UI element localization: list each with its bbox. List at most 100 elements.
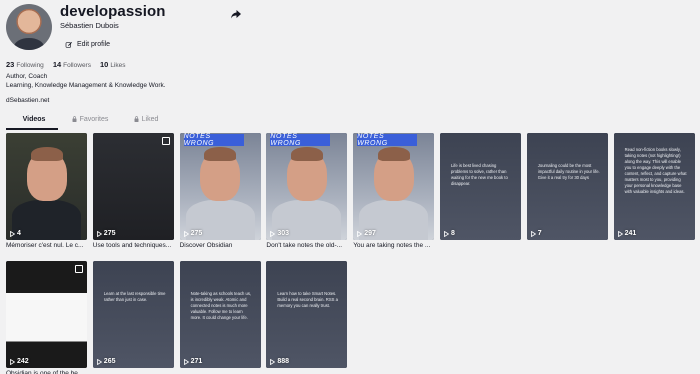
video-card[interactable]: Learn how to take Smart Notes. Build a r… — [266, 261, 348, 368]
lock-icon — [134, 116, 139, 122]
video-overlay-text: Learn how to take Smart Notes. Build a r… — [277, 291, 338, 308]
profile-tabs: Videos Favorites Liked — [6, 114, 182, 129]
video-card[interactable]: NOTES WRONG 303 — [266, 133, 348, 240]
video-caption[interactable]: Mémoriser c'est nul. Le c... — [6, 242, 87, 249]
presenter-face — [286, 147, 327, 201]
edit-icon — [65, 41, 72, 48]
active-tab-indicator — [6, 128, 58, 130]
view-count: 297 — [357, 230, 376, 237]
play-icon — [617, 230, 623, 237]
view-count-value: 888 — [277, 358, 290, 365]
play-icon — [270, 358, 276, 365]
multi-photo-icon — [75, 265, 83, 273]
play-icon — [183, 358, 189, 365]
presenter-face — [373, 147, 414, 201]
presenter-face — [26, 147, 67, 201]
view-count-value: 303 — [277, 230, 290, 237]
video-caption[interactable]: Use tools and techniques... — [93, 242, 174, 249]
view-count: 4 — [10, 230, 21, 237]
view-count: 8 — [444, 230, 455, 237]
bio-line: Learning, Knowledge Management & Knowled… — [6, 81, 166, 89]
view-count: 7 — [530, 230, 542, 237]
play-icon — [357, 230, 363, 237]
view-count-value: 8 — [451, 230, 455, 237]
view-count: 242 — [10, 358, 29, 365]
notes-banner: NOTES WRONG — [357, 133, 418, 147]
view-count-value: 275 — [103, 230, 116, 237]
view-count: 303 — [270, 230, 289, 237]
play-icon — [96, 230, 102, 237]
video-card[interactable]: 4 — [6, 133, 87, 240]
view-count-value: 241 — [624, 230, 637, 237]
video-card[interactable]: 242 — [6, 261, 87, 368]
video-thumbnail — [6, 261, 87, 368]
tab-label: Liked — [141, 116, 159, 123]
view-count: 241 — [617, 230, 637, 237]
play-icon — [10, 230, 15, 237]
video-card[interactable]: Read non-fiction books slowly, taking no… — [613, 133, 695, 240]
video-card[interactable]: Life is best lived chasing problems to s… — [440, 133, 521, 240]
presenter-face — [200, 147, 241, 201]
video-card[interactable]: Journaling could be the most impactful d… — [526, 133, 608, 240]
video-card[interactable]: 275 — [92, 133, 174, 240]
video-card[interactable]: Note-taking as schools teach us, is incr… — [179, 261, 261, 368]
video-overlay-text: Read non-fiction books slowly, taking no… — [624, 147, 687, 194]
video-overlay-text: Journaling could be the most impactful d… — [537, 163, 600, 180]
view-count: 275 — [96, 230, 116, 237]
profile-stats: 23 Following 14 Followers 10 Likes — [6, 60, 126, 69]
profile-fullname: Sébastien Dubois — [60, 21, 119, 30]
lock-icon — [72, 116, 77, 122]
view-count-value: 242 — [17, 358, 29, 365]
view-count: 271 — [183, 358, 203, 365]
avatar[interactable] — [6, 4, 52, 50]
play-icon — [270, 230, 276, 237]
tab-label: Videos — [22, 116, 46, 123]
view-count-value: 297 — [364, 230, 376, 237]
play-icon — [530, 230, 536, 237]
video-thumbnail — [526, 133, 608, 240]
view-count: 888 — [270, 358, 289, 365]
video-overlay-text: Note-taking as schools teach us, is incr… — [190, 291, 252, 320]
stat-likes: 10 Likes — [99, 60, 126, 69]
presenter-shirt — [12, 200, 81, 240]
view-count-value: 271 — [190, 358, 203, 365]
play-icon — [96, 358, 102, 365]
tab-label: Favorites — [79, 116, 109, 123]
tab-favorites[interactable]: Favorites — [62, 114, 118, 129]
tab-videos[interactable]: Videos — [6, 114, 62, 129]
video-card[interactable]: Learn at the last responsible time rathe… — [92, 261, 174, 368]
video-thumbnail — [266, 261, 348, 368]
video-overlay-text: Life is best lived chasing problems to s… — [451, 163, 508, 186]
view-count: 265 — [96, 358, 116, 365]
view-count-value: 265 — [103, 358, 116, 365]
view-count-value: 7 — [537, 230, 542, 237]
multi-photo-icon — [161, 137, 170, 145]
profile-link[interactable]: dSebastien.net — [6, 97, 49, 104]
video-caption[interactable]: Discover Obsidian — [180, 242, 261, 249]
play-icon — [183, 230, 189, 237]
bio-line: Author, Coach — [6, 73, 48, 80]
view-count-value: 4 — [17, 230, 21, 237]
video-caption[interactable]: Don't take notes the old-... — [266, 242, 347, 249]
share-icon[interactable] — [230, 8, 242, 20]
video-overlay-text: Learn at the last responsible time rathe… — [103, 291, 166, 302]
profile-username: developassion — [60, 3, 166, 20]
profile-bio: Author, Coach Learning, Knowledge Manage… — [6, 73, 166, 90]
stat-following[interactable]: 23 Following — [6, 60, 44, 69]
play-icon — [444, 230, 449, 237]
edit-profile-button[interactable]: Edit profile — [60, 37, 117, 52]
video-thumbnail — [92, 133, 174, 240]
notes-banner: NOTES WRONG — [270, 133, 331, 147]
notes-banner: NOTES WRONG — [183, 133, 244, 147]
tab-liked[interactable]: Liked — [118, 114, 174, 129]
video-card[interactable]: NOTES WRONG 275 — [179, 133, 261, 240]
edit-profile-label: Edit profile — [77, 41, 111, 48]
video-thumbnail — [92, 261, 174, 368]
view-count-value: 275 — [190, 230, 203, 237]
view-count: 275 — [183, 230, 203, 237]
video-caption[interactable]: You are taking notes the ... — [353, 242, 434, 249]
video-card[interactable]: NOTES WRONG 297 — [353, 133, 435, 240]
video-caption[interactable]: Obsidian is one of the be... — [6, 370, 87, 374]
stat-followers[interactable]: 14 Followers — [53, 60, 91, 69]
play-icon — [10, 358, 15, 365]
